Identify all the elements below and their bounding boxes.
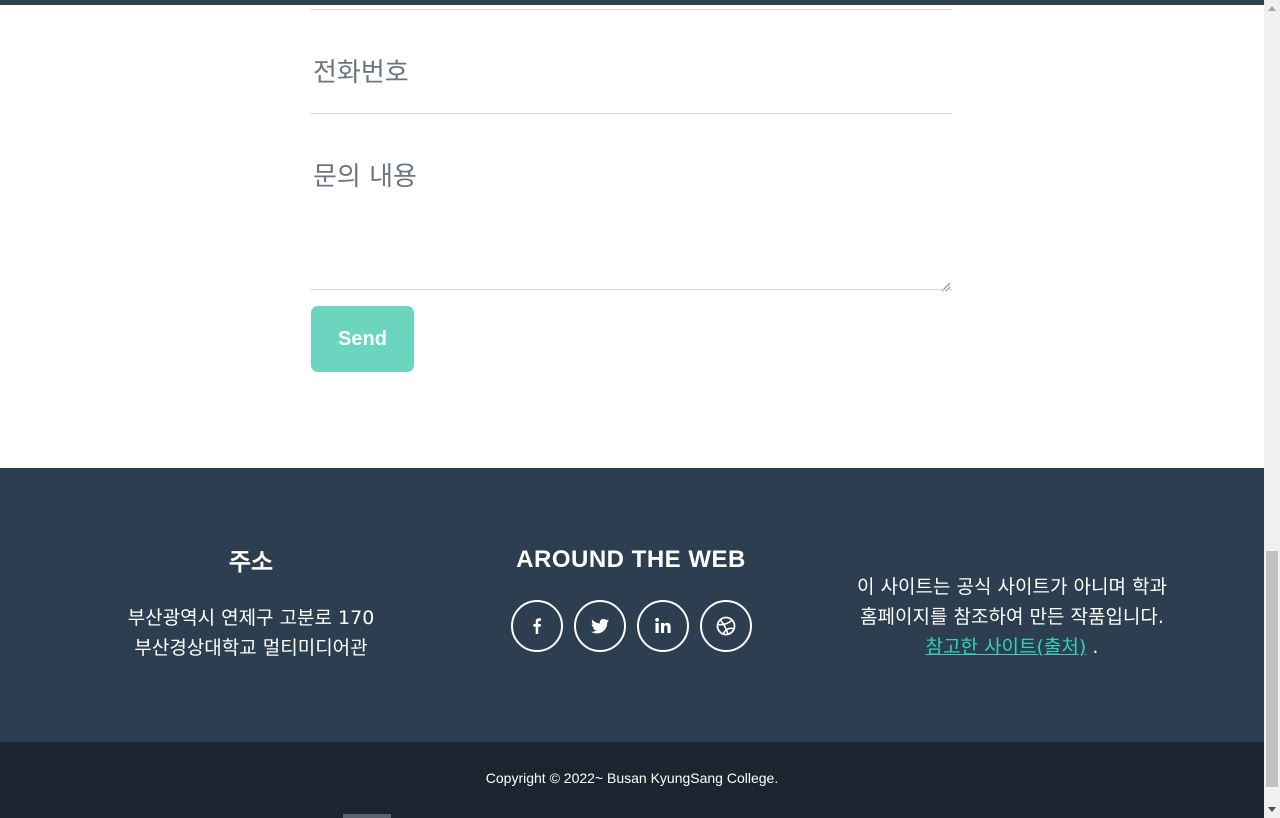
resize-grip-icon[interactable] [940,281,951,292]
contact-form: 전화번호 문의 내용 Send [0,5,1264,468]
reference-site-link[interactable]: 참고한 사이트(출처) [926,636,1087,658]
linkedin-button[interactable] [637,600,689,652]
dribbble-icon [716,616,736,636]
about-line-1: 이 사이트는 공식 사이트가 아니며 학과 [857,576,1167,598]
phone-field-placeholder: 전화번호 [313,58,409,88]
dribbble-button[interactable] [700,600,752,652]
phone-field-underline [311,113,952,114]
send-button[interactable]: Send [311,306,414,372]
facebook-button[interactable] [511,600,563,652]
footer-about: 이 사이트는 공식 사이트가 아니며 학과 홈페이지를 참조하여 만든 작품입니… [838,572,1186,662]
about-line-3: 참고한 사이트(출처) . [838,632,1186,662]
address-heading: 주소 [228,548,274,576]
address-line-1: 부산광역시 연제구 고분로 170 [127,607,375,629]
footer-around-the-web: AROUND THE WEB [480,546,782,652]
scrollbar-thumb[interactable] [1266,551,1278,787]
copyright-bar: Copyright © 2022~ Busan KyungSang Colleg… [0,742,1264,818]
about-line-2: 홈페이지를 참조하여 만든 작품입니다. [860,606,1164,628]
about-trailing-period: . [1092,636,1099,658]
scroll-up-arrow-icon[interactable] [1264,0,1280,17]
name-field-underline [311,9,952,10]
message-field-underline [311,289,952,290]
facebook-icon [533,618,541,634]
footer-address: 주소 부산광역시 연제구 고분로 170 부산경상대학교 멀티미디어관 [100,542,402,663]
around-the-web-heading: AROUND THE WEB [516,546,746,573]
copyright-text: Copyright © 2022~ Busan KyungSang Colleg… [485,770,779,786]
twitter-icon [591,618,609,634]
page-scrollbar[interactable] [1264,0,1280,818]
scroll-top-tab[interactable] [343,814,391,818]
scroll-down-arrow-icon[interactable] [1264,801,1280,818]
footer: 주소 부산광역시 연제구 고분로 170 부산경상대학교 멀티미디어관 AROU… [0,468,1264,742]
linkedin-icon [655,617,671,633]
social-links [511,600,753,654]
message-field-placeholder: 문의 내용 [313,162,417,192]
twitter-button[interactable] [574,600,626,652]
address-line-2: 부산경상대학교 멀티미디어관 [134,637,368,659]
